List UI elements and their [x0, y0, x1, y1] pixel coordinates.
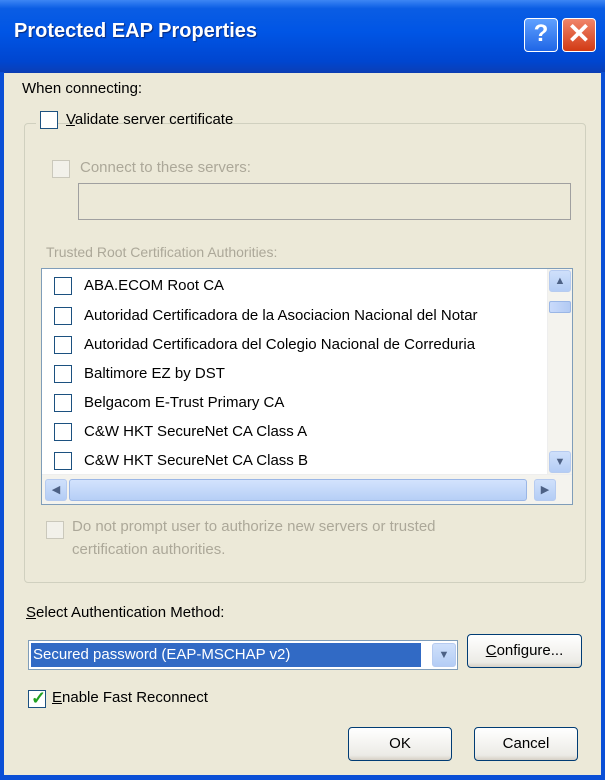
ca-checkbox[interactable] — [54, 452, 72, 470]
ca-name: ABA.ECOM Root CA — [84, 277, 225, 294]
list-item[interactable]: C&W HKT SecureNet CA Class B — [42, 446, 542, 476]
ca-name: Baltimore EZ by DST — [84, 365, 225, 382]
ca-name: Autoridad Certificadora del Colegio Naci… — [84, 336, 476, 353]
ok-button[interactable]: OK — [348, 727, 452, 761]
close-icon: ✕ — [567, 18, 591, 49]
help-icon: ? — [533, 20, 549, 47]
ca-checkbox[interactable] — [54, 423, 72, 441]
checkmark-icon: ✓ — [31, 688, 47, 708]
ca-name: Autoridad Certificadora de la Asociacion… — [84, 307, 478, 324]
scroll-left-icon[interactable]: ◀ — [45, 479, 67, 501]
trusted-ca-label: Trusted Root Certification Authorities: — [46, 244, 278, 260]
validate-certificate-checkbox[interactable] — [40, 111, 58, 129]
validate-certificate-label[interactable]: Validate server certificate — [66, 111, 233, 128]
vertical-scrollbar[interactable]: ▲ ▼ — [547, 269, 572, 474]
trusted-ca-list[interactable]: ABA.ECOM Root CA Autoridad Certificadora… — [41, 268, 573, 505]
ca-checkbox[interactable] — [54, 336, 72, 354]
horizontal-scroll-thumb[interactable] — [69, 479, 527, 501]
fast-reconnect-label[interactable]: Enable Fast Reconnect — [52, 689, 208, 706]
connect-servers-checkbox[interactable] — [52, 160, 70, 178]
scroll-right-icon[interactable]: ▶ — [534, 479, 556, 501]
list-item[interactable]: C&W HKT SecureNet CA Class A — [42, 417, 542, 447]
list-item[interactable]: Belgacom E-Trust Primary CA — [42, 388, 542, 418]
do-not-prompt-label-line1: Do not prompt user to authorize new serv… — [72, 518, 436, 535]
do-not-prompt-label-line2: certification authorities. — [72, 541, 226, 558]
scroll-up-icon[interactable]: ▲ — [549, 270, 571, 292]
ca-name: C&W HKT SecureNet CA Class B — [84, 452, 308, 469]
scroll-down-icon[interactable]: ▼ — [549, 451, 571, 473]
title-bar[interactable]: Protected EAP Properties ? ✕ — [0, 0, 605, 73]
ca-name: Belgacom E-Trust Primary CA — [84, 394, 285, 411]
chevron-down-icon[interactable]: ▼ — [432, 643, 456, 667]
window-border-bottom — [0, 775, 605, 780]
ca-checkbox[interactable] — [54, 394, 72, 412]
close-button[interactable]: ✕ — [562, 18, 596, 52]
ca-checkbox[interactable] — [54, 307, 72, 325]
servers-input[interactable] — [78, 183, 571, 220]
list-item[interactable]: ABA.ECOM Root CA — [42, 271, 542, 301]
ca-checkbox[interactable] — [54, 365, 72, 383]
auth-method-select[interactable]: Secured password (EAP-MSCHAP v2) ▼ — [28, 640, 458, 670]
cancel-button[interactable]: Cancel — [474, 727, 578, 761]
when-connecting-heading: When connecting: — [22, 80, 143, 97]
list-item[interactable]: Baltimore EZ by DST — [42, 359, 542, 389]
list-item[interactable]: Autoridad Certificadora de la Asociacion… — [42, 301, 542, 331]
auth-method-label: Select Authentication Method: — [26, 604, 225, 621]
fast-reconnect-checkbox[interactable]: ✓ — [28, 688, 47, 708]
ca-name: C&W HKT SecureNet CA Class A — [84, 423, 308, 440]
ca-checkbox[interactable] — [54, 277, 72, 295]
window-border-left — [0, 72, 4, 780]
list-item[interactable]: Autoridad Certificadora del Colegio Naci… — [42, 330, 542, 360]
window-title: Protected EAP Properties — [14, 20, 258, 42]
connect-servers-label: Connect to these servers: — [80, 159, 251, 176]
window-border-right — [601, 72, 605, 780]
vertical-scroll-thumb[interactable] — [549, 301, 571, 313]
configure-button[interactable]: Configure... — [467, 634, 582, 668]
auth-method-value: Secured password (EAP-MSCHAP v2) — [31, 643, 421, 667]
validate-certificate-option[interactable]: Validate server certificate — [36, 108, 233, 138]
help-button[interactable]: ? — [524, 18, 558, 52]
horizontal-scrollbar[interactable]: ◀ ▶ — [42, 474, 572, 504]
do-not-prompt-checkbox[interactable] — [46, 521, 64, 539]
